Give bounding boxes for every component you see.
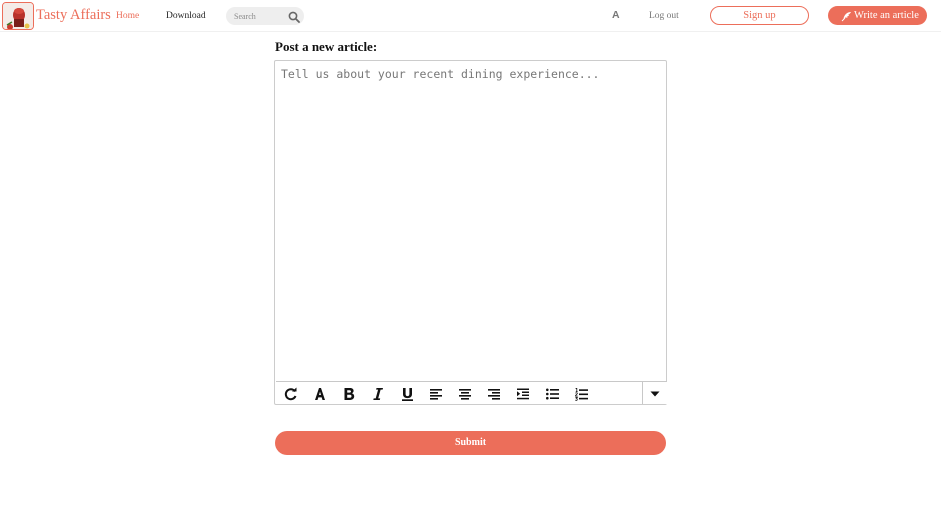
italic-icon[interactable]	[367, 384, 389, 404]
search-box	[226, 7, 304, 25]
nav-download-link[interactable]: Download	[166, 11, 206, 21]
align-right-icon[interactable]	[483, 384, 505, 404]
article-editor	[274, 60, 667, 405]
feather-icon	[841, 10, 852, 22]
font-size-icon[interactable]: A	[612, 9, 620, 21]
numbered-list-icon[interactable]	[570, 384, 592, 404]
write-article-button[interactable]: Write an article	[828, 6, 927, 25]
page-title: Post a new article:	[275, 39, 378, 54]
toolbar-divider	[642, 382, 643, 404]
top-navbar: Tasty Affairs Home Download A Log out Si…	[0, 0, 941, 32]
article-textarea[interactable]	[276, 62, 665, 380]
align-center-icon[interactable]	[454, 384, 476, 404]
nav-home-link[interactable]: Home	[116, 11, 139, 21]
align-left-icon[interactable]	[425, 384, 447, 404]
underline-icon[interactable]	[396, 384, 418, 404]
indent-icon[interactable]	[512, 384, 534, 404]
redo-icon[interactable]	[280, 384, 302, 404]
more-dropdown-icon[interactable]	[644, 384, 666, 404]
search-input[interactable]	[234, 10, 284, 22]
logout-link[interactable]: Log out	[649, 11, 679, 21]
submit-button[interactable]: Submit	[275, 431, 666, 455]
search-icon[interactable]	[288, 10, 300, 23]
editor-toolbar	[276, 381, 667, 404]
bulleted-list-icon[interactable]	[541, 384, 563, 404]
bold-icon[interactable]	[338, 384, 360, 404]
write-article-label: Write an article	[854, 10, 919, 21]
text-color-icon[interactable]	[309, 384, 331, 404]
signup-button[interactable]: Sign up	[710, 6, 809, 25]
brand-name[interactable]: Tasty Affairs	[36, 7, 111, 24]
brand-logo[interactable]	[2, 2, 34, 30]
